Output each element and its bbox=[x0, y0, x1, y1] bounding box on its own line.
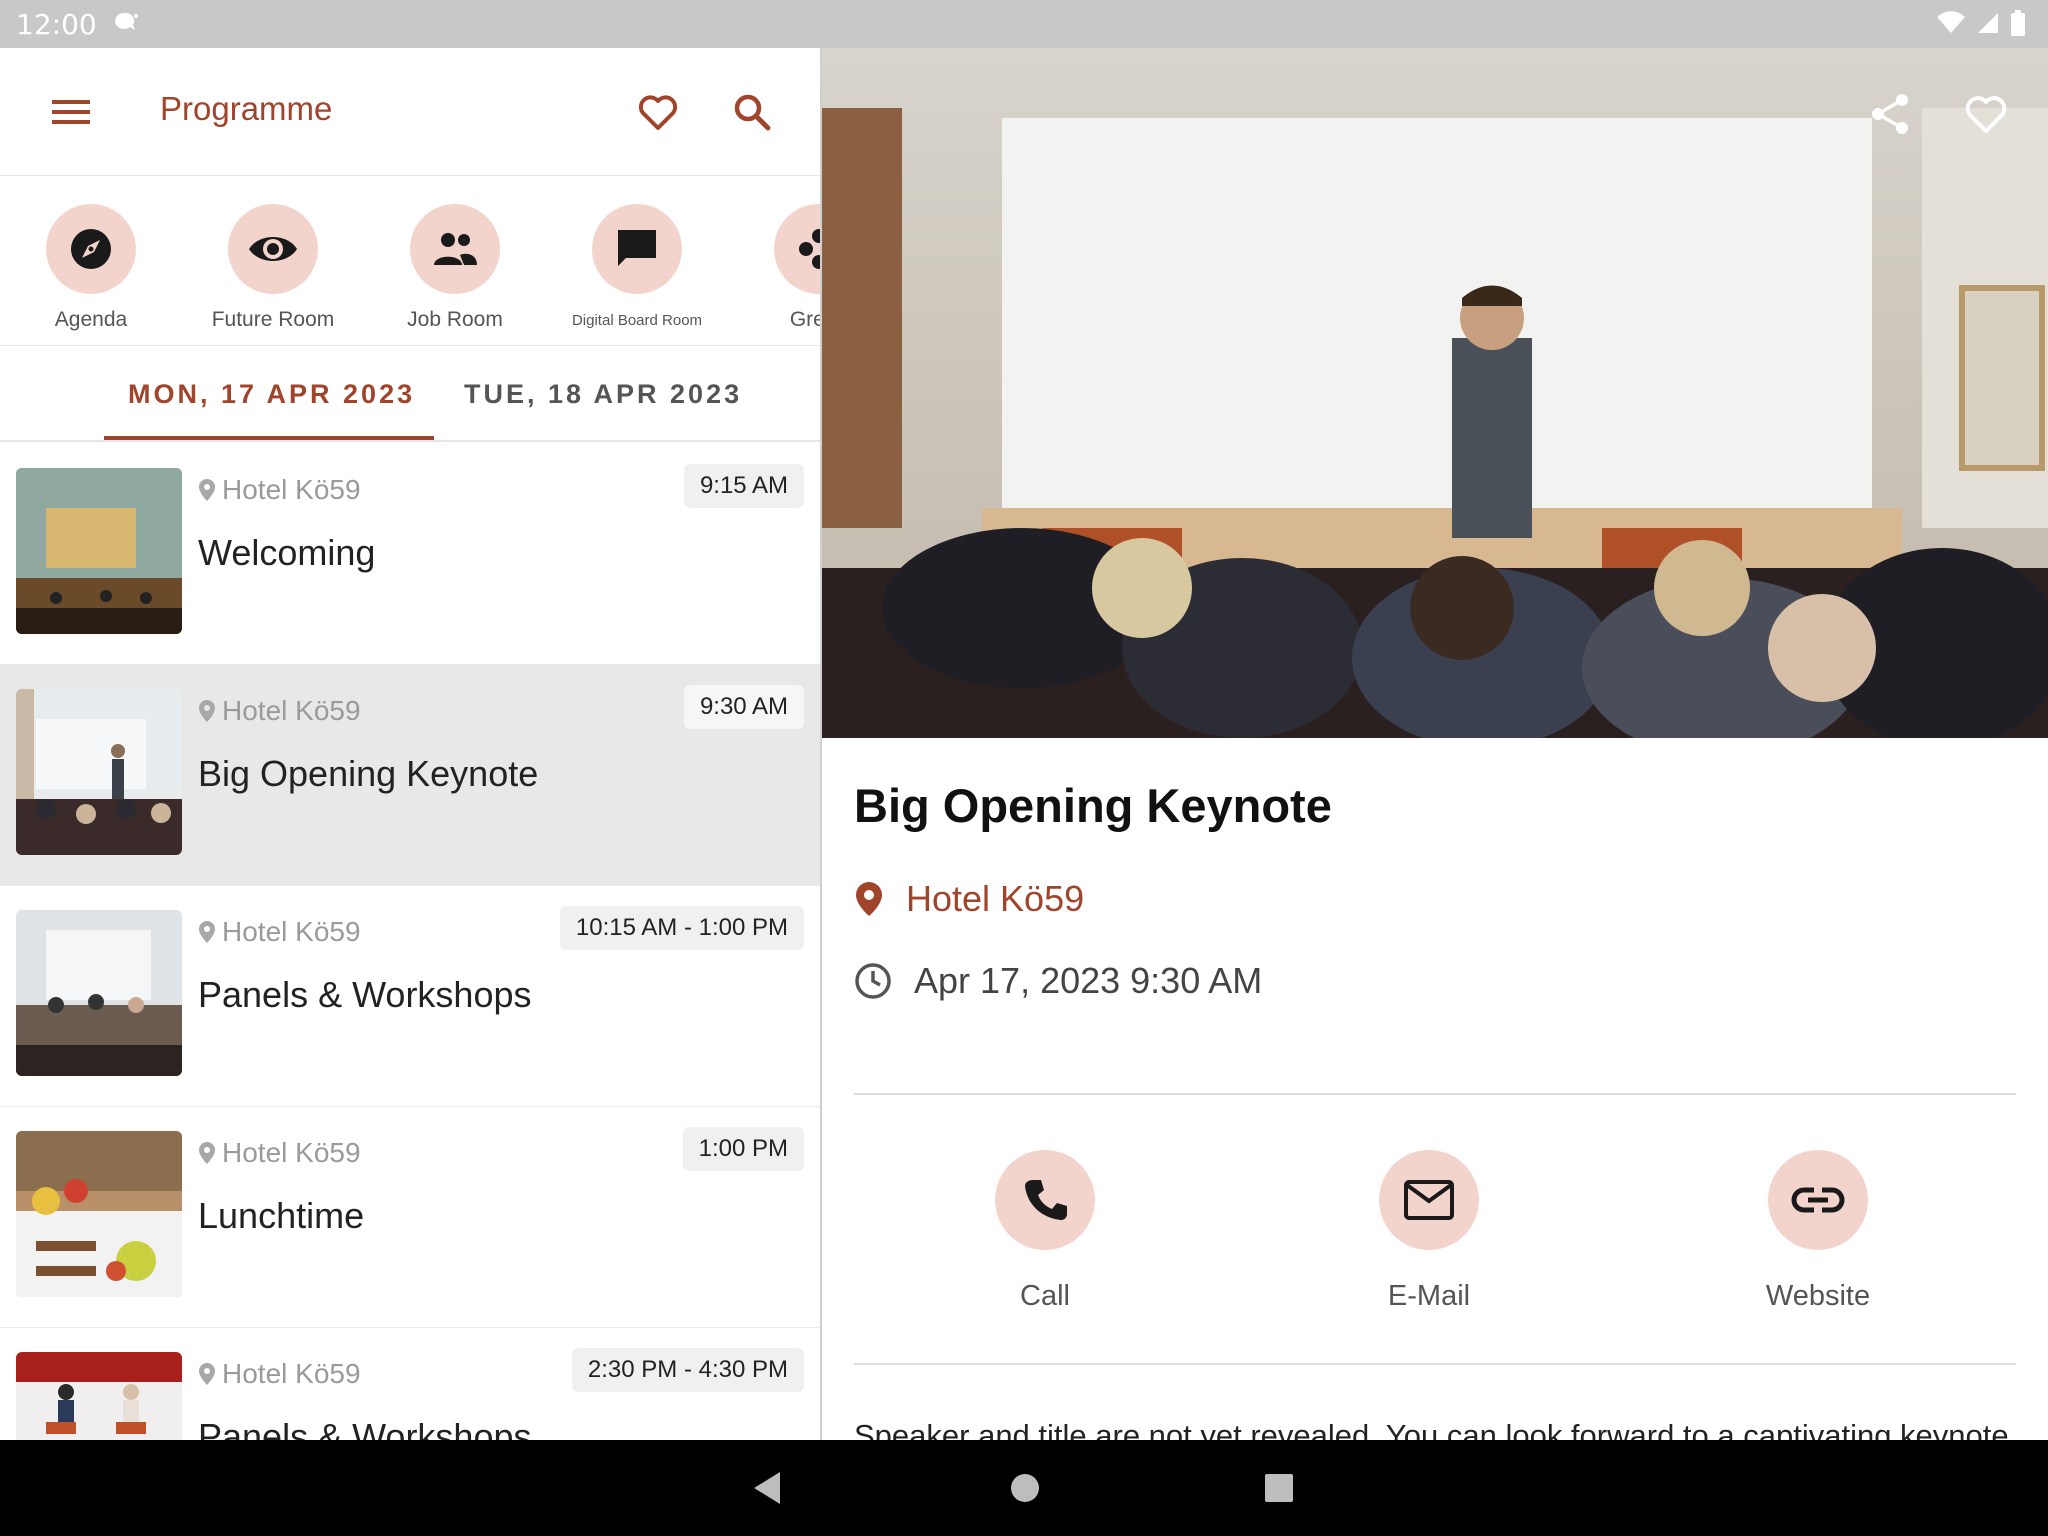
session-title: Welcoming bbox=[198, 532, 376, 573]
date-tabs: MON, 17 APR 2023 TUE, 18 APR 2023 bbox=[0, 346, 820, 442]
phone-icon bbox=[1025, 1180, 1067, 1220]
session-thumbnail bbox=[16, 910, 182, 1076]
room-label: Green bbox=[789, 308, 820, 331]
compass-icon bbox=[71, 229, 111, 269]
location-pin-icon bbox=[199, 479, 215, 501]
share-icon[interactable] bbox=[1866, 90, 1914, 138]
session-location: Hotel Kö59 bbox=[198, 916, 361, 948]
session-detail-datetime: Apr 17, 2023 9:30 AM bbox=[854, 960, 1262, 1002]
signal-icon bbox=[1978, 13, 1998, 33]
session-time: 1:00 PM bbox=[682, 1127, 804, 1171]
divider bbox=[854, 1093, 2016, 1095]
notification-icon bbox=[115, 12, 138, 30]
clock-icon bbox=[855, 963, 891, 999]
search-icon[interactable] bbox=[728, 88, 776, 136]
menu-icon[interactable] bbox=[48, 92, 96, 132]
active-tab-indicator bbox=[104, 436, 434, 440]
room-label: Job Room bbox=[407, 308, 503, 331]
session-detail-title: Big Opening Keynote bbox=[854, 779, 1332, 832]
room-shortcuts: Agenda Future Room Job Room Digital Boar… bbox=[0, 176, 820, 346]
session-time: 9:15 AM bbox=[683, 464, 804, 508]
session-title: Lunchtime bbox=[198, 1195, 365, 1236]
session-thumbnail bbox=[16, 468, 182, 634]
website-button[interactable]: Website bbox=[1718, 1103, 1918, 1313]
session-title: Panels & Workshops bbox=[198, 974, 532, 1015]
recents-icon[interactable] bbox=[1262, 1468, 1296, 1508]
room-green[interactable]: Green bbox=[734, 204, 820, 332]
session-item[interactable]: Hotel Kö59 10:15 AM - 1:00 PM Panels & W… bbox=[0, 886, 820, 1107]
session-time: 9:30 AM bbox=[683, 685, 804, 729]
email-label: E-Mail bbox=[1387, 1280, 1471, 1312]
session-hero-image bbox=[822, 48, 2048, 738]
mail-icon bbox=[1404, 1180, 1454, 1220]
location-pin-icon bbox=[199, 921, 215, 943]
room-label: Agenda bbox=[54, 308, 128, 331]
session-detail-panel: Big Opening Keynote Hotel Kö59 Apr 17, 2… bbox=[822, 48, 2048, 1440]
status-time: 12:00 bbox=[16, 8, 97, 41]
session-time: 10:15 AM - 1:00 PM bbox=[559, 906, 804, 950]
room-label: Digital Board Room bbox=[571, 312, 703, 329]
programme-panel: Programme Agenda Future Room Job Room Di… bbox=[0, 48, 820, 1440]
room-job-room[interactable]: Job Room bbox=[370, 204, 540, 332]
tab-tue-18-apr[interactable]: TUE, 18 APR 2023 bbox=[464, 346, 742, 442]
back-icon[interactable] bbox=[750, 1468, 784, 1508]
app-bar: Programme bbox=[0, 48, 820, 176]
session-title: Big Opening Keynote bbox=[198, 753, 539, 794]
divider bbox=[854, 1363, 2016, 1365]
email-button[interactable]: E-Mail bbox=[1329, 1103, 1529, 1313]
call-button[interactable]: Call bbox=[945, 1103, 1145, 1313]
status-bar: 12:00 bbox=[0, 0, 2048, 48]
room-label: Future Room bbox=[211, 308, 335, 331]
location-pin-icon bbox=[199, 1142, 215, 1164]
session-list: Hotel Kö59 9:15 AM Welcoming Hotel Kö59 … bbox=[0, 444, 820, 1440]
system-nav-bar bbox=[0, 1440, 2048, 1536]
session-title: Panels & Workshops bbox=[198, 1416, 532, 1440]
session-item[interactable]: Hotel Kö59 1:00 PM Lunchtime bbox=[0, 1107, 820, 1328]
location-pin-icon bbox=[199, 700, 215, 722]
session-thumbnail bbox=[16, 1131, 182, 1297]
website-label: Website bbox=[1765, 1280, 1871, 1312]
session-location: Hotel Kö59 bbox=[198, 474, 361, 506]
location-pin-icon bbox=[199, 1363, 215, 1385]
favorite-icon[interactable] bbox=[1962, 90, 2010, 138]
session-item[interactable]: Hotel Kö59 2:30 PM - 4:30 PM Panels & Wo… bbox=[0, 1328, 820, 1440]
chat-icon bbox=[618, 230, 656, 266]
home-icon[interactable] bbox=[1008, 1468, 1042, 1508]
session-location: Hotel Kö59 bbox=[198, 1137, 361, 1169]
session-location: Hotel Kö59 bbox=[198, 1358, 361, 1390]
room-future-room[interactable]: Future Room bbox=[188, 204, 358, 332]
flower-icon bbox=[799, 229, 820, 269]
link-icon bbox=[1791, 1187, 1845, 1213]
location-pin-icon bbox=[856, 882, 882, 916]
people-icon bbox=[434, 233, 477, 265]
session-thumbnail bbox=[16, 689, 182, 855]
room-agenda[interactable]: Agenda bbox=[6, 204, 176, 332]
session-item-selected[interactable]: Hotel Kö59 9:30 AM Big Opening Keynote bbox=[0, 665, 820, 886]
session-detail-location[interactable]: Hotel Kö59 bbox=[854, 878, 1084, 920]
session-description: Speaker and title are not yet revealed. … bbox=[854, 1418, 2009, 1440]
favorites-icon[interactable] bbox=[634, 88, 682, 136]
session-location: Hotel Kö59 bbox=[198, 695, 361, 727]
wifi-icon bbox=[1937, 11, 1965, 33]
session-thumbnail bbox=[16, 1352, 182, 1440]
page-title: Programme bbox=[160, 90, 333, 127]
tab-mon-17-apr[interactable]: MON, 17 APR 2023 bbox=[128, 346, 415, 442]
room-digital-board-room[interactable]: Digital Board Room bbox=[552, 204, 722, 329]
session-time: 2:30 PM - 4:30 PM bbox=[571, 1348, 804, 1392]
battery-icon bbox=[2011, 10, 2025, 36]
session-item[interactable]: Hotel Kö59 9:15 AM Welcoming bbox=[0, 444, 820, 665]
eye-icon bbox=[249, 237, 297, 261]
call-label: Call bbox=[1020, 1280, 1070, 1312]
